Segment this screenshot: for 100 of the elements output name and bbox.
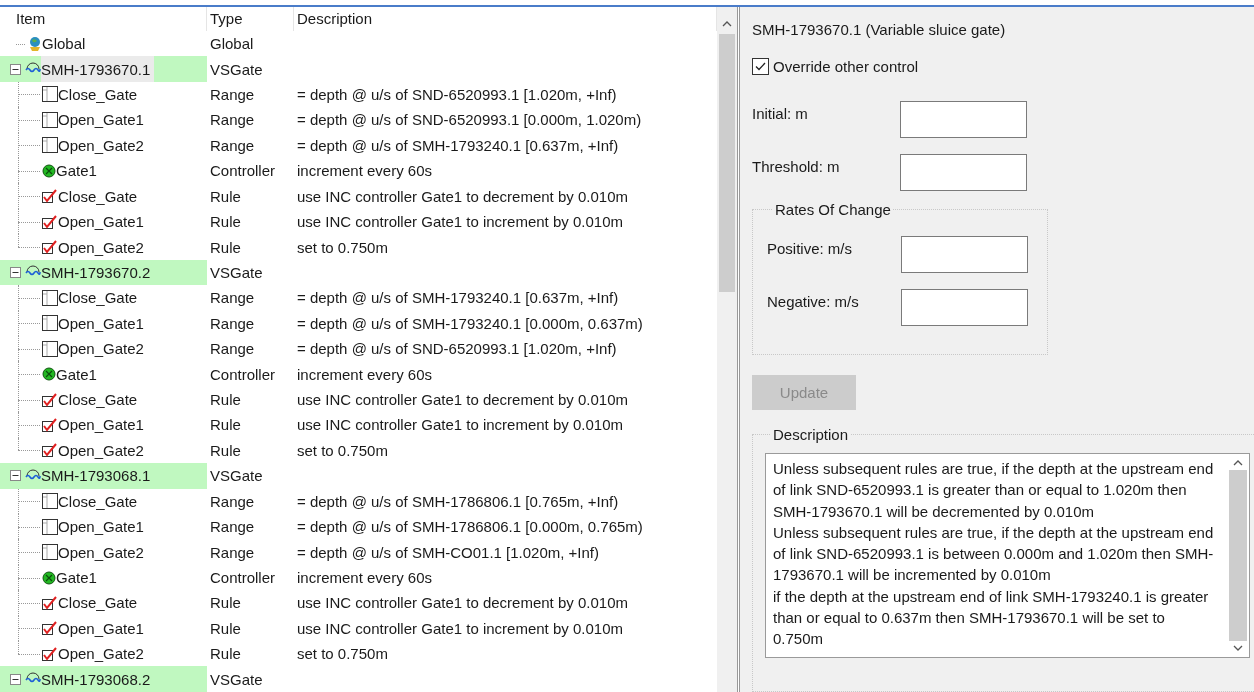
type-cell-text: VSGate [209, 60, 264, 78]
tree-group-row[interactable]: SMH-1793068.2 [0, 666, 207, 692]
field-label: Initial: m [752, 104, 809, 124]
scroll-up-icon[interactable] [1233, 460, 1243, 466]
item-label: Open_Gate2 [58, 339, 145, 360]
collapse-icon[interactable] [10, 63, 21, 75]
field-label: Threshold: m [752, 157, 841, 177]
description-cell-text: use INC controller Gate1 to decrement by 0.010m [296, 594, 629, 612]
description-cell-text: = depth @ u/s of SMH-1786806.1 [0.765m, +Inf) [296, 492, 620, 510]
tree-item[interactable]: Open_Gate1 [0, 412, 207, 438]
range-table-icon [42, 111, 58, 128]
description-text: if the depth at the upstream end of link SMH-1793240.1 is greater than or equal to 0.637m then SMH-1793670.1 will be set to 0.750m [773, 586, 1210, 650]
tree-item[interactable]: Open_Gate2 [0, 132, 207, 159]
tree-item[interactable]: Open_Gate2 [0, 234, 207, 260]
tree-item[interactable]: Gate1 [0, 564, 207, 591]
type-cell-text: Range [209, 136, 256, 154]
item-label: Open_Gate2 [58, 644, 145, 665]
type-cell-text: Rule [209, 391, 242, 409]
type-cell-text: VSGate [209, 670, 264, 688]
tree-item[interactable]: Close_Gate [0, 285, 207, 311]
tree-item[interactable]: Close_Gate [0, 488, 207, 514]
tree-item[interactable]: Open_Gate2 [0, 641, 207, 667]
tree-item[interactable]: Open_Gate1 [0, 310, 207, 336]
item-label: Open_Gate1 [58, 618, 145, 639]
collapse-icon[interactable] [10, 266, 21, 278]
range-table-icon [42, 493, 58, 510]
item-label: Open_Gate1 [58, 415, 145, 436]
scroll-up-icon[interactable] [722, 21, 732, 27]
description-cell-text: use INC controller Gate1 to decrement by 0.010m [296, 391, 629, 409]
item-label: Close_Gate [58, 390, 139, 411]
tree-item[interactable]: Close_Gate [0, 81, 207, 108]
item-label: Close_Gate [58, 85, 139, 105]
tree-item[interactable]: Gate1 [0, 361, 207, 387]
scroll-down-icon[interactable] [1233, 645, 1243, 651]
input-field[interactable] [901, 289, 1028, 326]
type-cell-text: Controller [209, 569, 277, 586]
type-cell-text: Rule [209, 619, 242, 637]
type-cell-text: Rule [209, 238, 242, 256]
details-title: SMH-1793670.1 (Variable sluice gate) [752, 21, 1007, 38]
scroll-thumb[interactable] [1229, 470, 1247, 641]
tree-item[interactable]: Open_Gate1 [0, 208, 207, 235]
group-title: Rates Of Change [774, 201, 892, 218]
type-cell-text: Rule [209, 213, 242, 231]
checked-rule-icon [42, 189, 58, 204]
column-header[interactable]: Type [210, 10, 243, 28]
tree-item[interactable]: Global [0, 30, 207, 57]
override-checkbox[interactable] [752, 58, 769, 75]
input-field[interactable] [900, 154, 1027, 191]
description-cell-text: increment every 60s [296, 365, 434, 383]
description-text: Unless subsequent rules are true, if the depth at the upstream end of link SND-6520993.1 is greater than or equal to 1.020m then SMH-1793670.1 will be decremented by 0.010m [773, 459, 1215, 522]
checked-rule-icon [42, 646, 58, 661]
item-label: Open_Gate1 [58, 517, 145, 538]
tree-item[interactable]: Open_Gate2 [0, 336, 207, 362]
description-cell-text: = depth @ u/s of SND-6520993.1 [1.020m, +Inf) [296, 86, 618, 103]
tree-item[interactable]: Open_Gate2 [0, 539, 207, 565]
type-cell-text: Controller [209, 365, 277, 383]
tree-item[interactable]: Gate1 [0, 158, 207, 184]
input-field[interactable] [901, 236, 1028, 273]
item-label: SMH-1793068.1 [41, 466, 152, 487]
column-header[interactable]: Description [297, 10, 373, 28]
tree-group-row[interactable]: SMH-1793670.1 [0, 56, 207, 82]
item-label: Open_Gate2 [58, 135, 145, 156]
type-cell-text: VSGate [209, 467, 264, 485]
description-cell-text: = depth @ u/s of SMH-1793240.1 [0.000m, 0.637m) [296, 314, 644, 332]
description-cell-text: = depth @ u/s of SND-6520993.1 [0.000m, 1.020m) [296, 111, 643, 129]
tree-item[interactable]: Close_Gate [0, 590, 207, 616]
input-field[interactable] [900, 101, 1027, 138]
column-header[interactable]: Item [16, 10, 46, 28]
checked-rule-icon [42, 595, 58, 610]
tree-item[interactable]: Open_Gate1 [0, 615, 207, 642]
type-cell-text: Rule [209, 441, 242, 459]
description-textbox[interactable] [765, 453, 1250, 658]
tree-group-row[interactable]: SMH-1793670.2 [0, 259, 207, 286]
collapse-icon[interactable] [10, 673, 21, 685]
tree-item[interactable]: Open_Gate1 [0, 107, 207, 133]
item-label: Gate1 [56, 161, 98, 182]
type-cell-text: Rule [209, 416, 242, 434]
tree-item[interactable]: Open_Gate2 [0, 437, 207, 464]
item-label: Close_Gate [58, 593, 139, 614]
type-cell-text: Range [209, 111, 256, 129]
checked-rule-icon [42, 214, 58, 229]
collapse-icon[interactable] [10, 470, 21, 482]
item-label: Open_Gate1 [58, 212, 145, 233]
controller-x-circle-icon [42, 367, 56, 382]
description-cell-text: = depth @ u/s of SMH-CO01.1 [1.020m, +Inf) [296, 543, 601, 561]
description-cell-text: set to 0.750m [296, 238, 389, 256]
checked-rule-icon [42, 392, 58, 407]
item-label: Close_Gate [58, 288, 139, 309]
tree-item[interactable]: Close_Gate [0, 386, 207, 413]
range-table-icon [42, 340, 58, 357]
tree-item[interactable]: Open_Gate1 [0, 513, 207, 540]
controller-x-circle-icon [42, 163, 56, 178]
range-table-icon [42, 315, 58, 332]
type-cell-text: Range [209, 314, 256, 332]
group-title: Description [772, 426, 850, 443]
scroll-thumb[interactable] [719, 34, 735, 292]
description-cell-text: set to 0.750m [296, 645, 389, 663]
range-table-icon [42, 86, 58, 103]
tree-item[interactable]: Close_Gate [0, 183, 207, 209]
tree-group-row[interactable]: SMH-1793068.1 [0, 463, 207, 489]
